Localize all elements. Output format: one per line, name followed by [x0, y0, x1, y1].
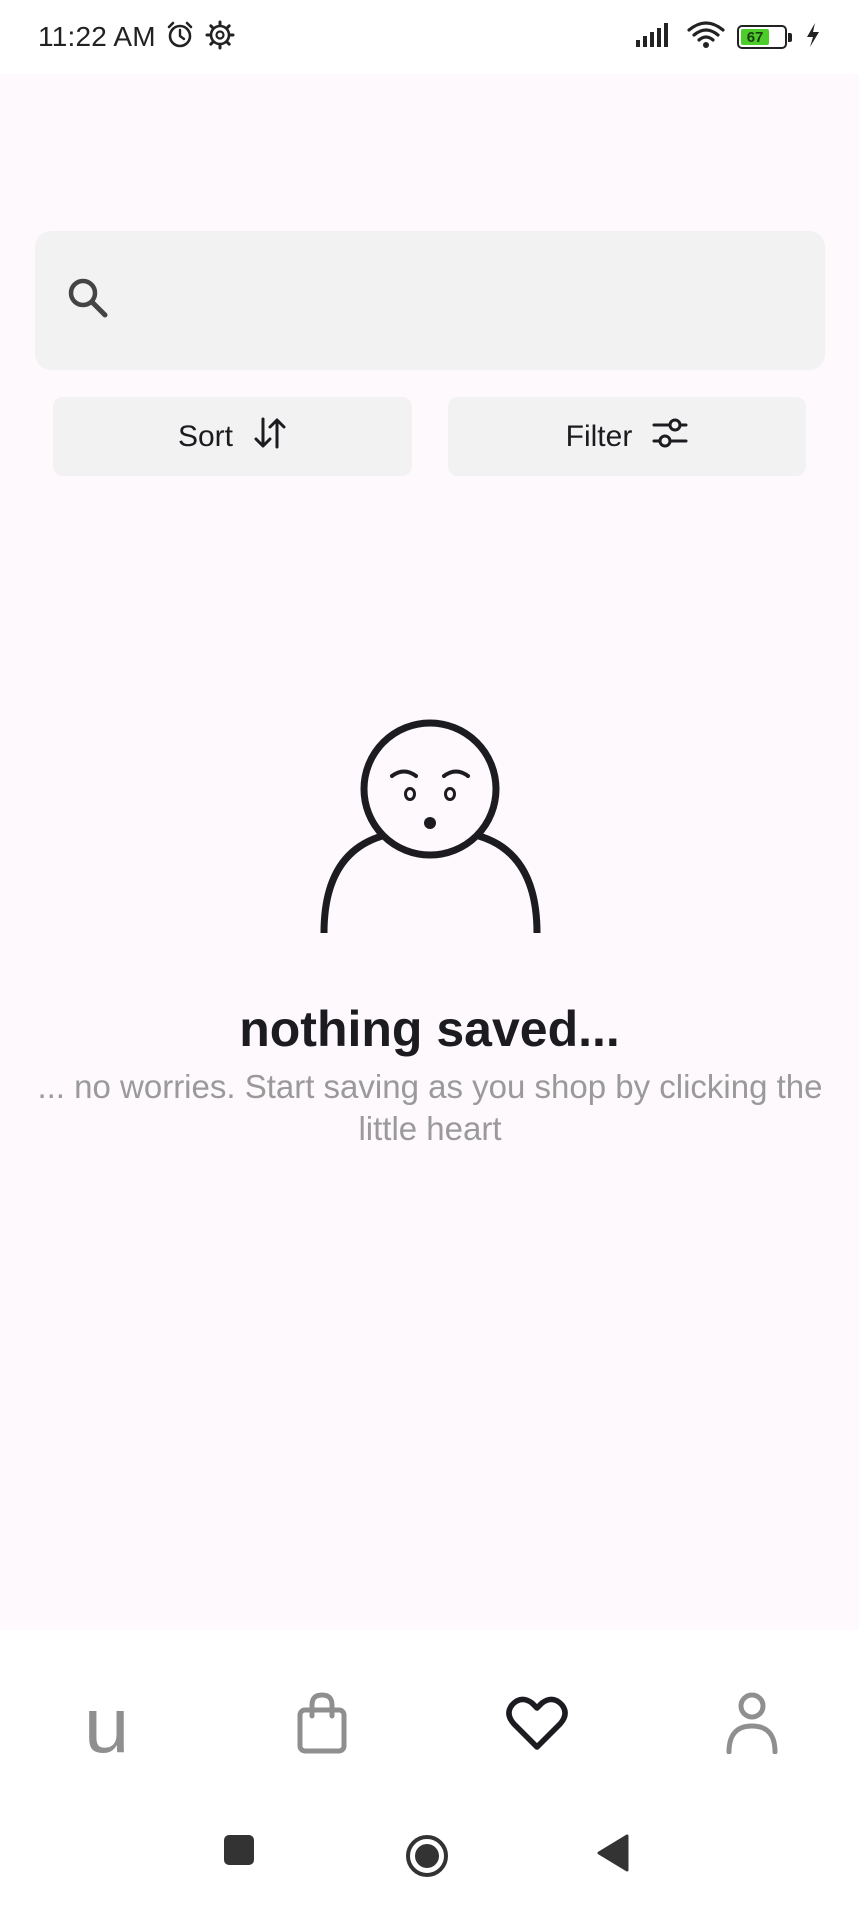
- square-icon: [222, 1835, 256, 1871]
- nav-saved[interactable]: [487, 1685, 587, 1765]
- filter-label: Filter: [565, 419, 633, 453]
- battery-icon: 67: [737, 25, 792, 49]
- search-input[interactable]: [129, 231, 825, 370]
- wifi-icon: [687, 20, 725, 54]
- battery-level: 67: [741, 29, 770, 46]
- status-right: 67: [635, 20, 821, 54]
- status-bar: 11:22 AM 67: [0, 0, 859, 74]
- recent-apps-button[interactable]: [222, 1833, 256, 1872]
- back-button[interactable]: [596, 1833, 630, 1878]
- back-triangle-icon: [596, 1834, 630, 1877]
- heart-icon: [506, 1695, 568, 1756]
- status-left: 11:22 AM: [38, 19, 236, 56]
- brand-u-icon: u: [84, 1681, 130, 1769]
- shopping-bag-icon: [296, 1691, 348, 1759]
- alarm-icon: [164, 19, 196, 56]
- home-button[interactable]: [404, 1833, 450, 1884]
- signal-icon: [635, 22, 675, 53]
- status-time: 11:22 AM: [38, 21, 156, 52]
- home-circle-icon: [404, 1835, 450, 1883]
- charging-bolt-icon: [805, 22, 821, 53]
- confused-person-icon: [318, 715, 543, 940]
- search-bar[interactable]: [35, 231, 825, 370]
- nav-bag[interactable]: [272, 1685, 372, 1765]
- saved-items-screen: 11:22 AM 67 Sort Filter nothing saved...…: [0, 0, 859, 1908]
- person-icon: [725, 1692, 779, 1759]
- nav-home[interactable]: u: [57, 1685, 157, 1765]
- empty-state-subtitle: ... no worries. Start saving as you shop…: [37, 1068, 823, 1147]
- filter-button[interactable]: Filter: [448, 397, 806, 476]
- system-navigation-bar: [0, 1805, 859, 1908]
- nav-profile[interactable]: [702, 1685, 802, 1765]
- bottom-navigation: u: [0, 1630, 859, 1805]
- search-icon: [65, 275, 111, 326]
- sort-button[interactable]: Sort: [53, 397, 412, 476]
- empty-state-title: nothing saved...: [239, 1001, 620, 1057]
- sort-label: Sort: [177, 419, 234, 453]
- sort-arrows-icon: [253, 417, 287, 457]
- settings-gear-icon: [204, 19, 236, 56]
- filter-sliders-icon: [652, 416, 688, 458]
